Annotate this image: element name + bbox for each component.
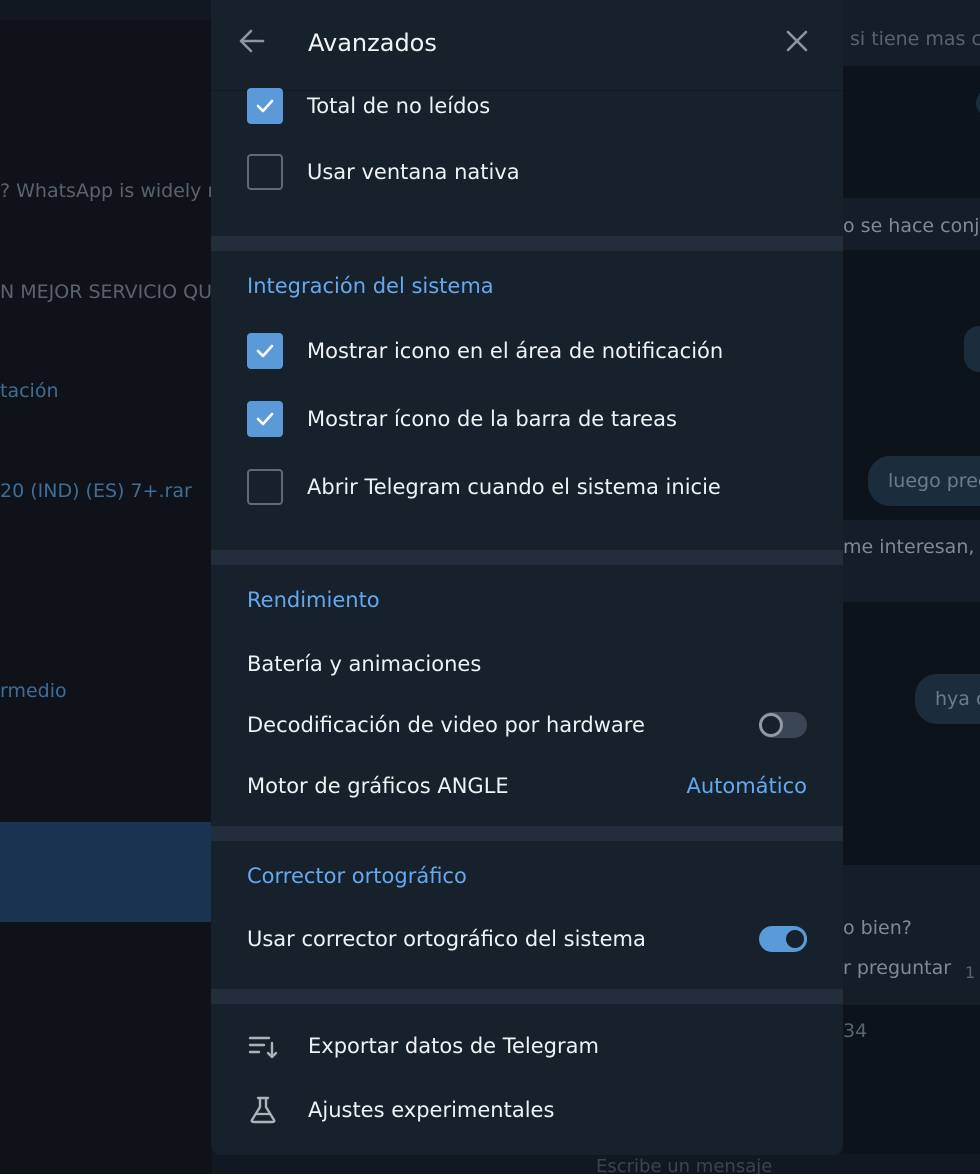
arrow-left-icon <box>237 26 267 60</box>
system-spellcheck-toggle[interactable] <box>759 926 807 952</box>
angle-engine-value[interactable]: Automático <box>686 774 807 798</box>
selected-chat-row <box>0 822 212 922</box>
message-bubble: luego preg <box>868 456 980 506</box>
checkbox-label: Usar ventana nativa <box>307 160 520 184</box>
message-input-placeholder: Escribe un mensaje <box>596 1156 773 1174</box>
message-bubble-text: luego preg <box>888 470 980 492</box>
section-title-performance: Rendimiento <box>247 588 380 612</box>
dialog-header: Avanzados <box>211 0 843 91</box>
checkbox-taskbar-icon[interactable]: Mostrar ícono de la barra de tareas <box>247 401 677 437</box>
row-label: Usar corrector ortográfico del sistema <box>247 927 646 951</box>
message-band <box>843 520 980 602</box>
message-text: o bien? <box>843 917 912 939</box>
export-data-button[interactable]: Exportar datos de Telegram <box>247 1026 599 1066</box>
hw-decoding-row[interactable]: Decodificación de video por hardware <box>247 705 807 745</box>
checkbox-tray-icon[interactable]: Mostrar icono en el área de notificación <box>247 333 723 369</box>
dialog-title: Avanzados <box>308 29 437 57</box>
section-title-integration: Integración del sistema <box>247 274 494 298</box>
checkbox-unchecked[interactable] <box>247 469 283 505</box>
checkbox-checked[interactable] <box>247 88 283 124</box>
checkbox-checked[interactable] <box>247 333 283 369</box>
checkbox-checked[interactable] <box>247 401 283 437</box>
checkbox-native-window[interactable]: Usar ventana nativa <box>247 154 520 190</box>
section-divider <box>211 236 843 251</box>
checkbox-unchecked[interactable] <box>247 154 283 190</box>
message-text: o se hace conju <box>843 215 980 237</box>
checkbox-total-unread[interactable]: Total de no leídos <box>247 88 490 124</box>
section-title-spellcheck: Corrector ortográfico <box>247 864 467 888</box>
advanced-settings-dialog: Avanzados Total de no leídos Usar ventan… <box>211 0 843 1155</box>
action-label: Ajustes experimentales <box>308 1098 555 1122</box>
message-text: 34 <box>843 1020 868 1042</box>
chat-preview-text: N MEJOR SERVICIO QU <box>0 281 213 303</box>
checkbox-label: Total de no leídos <box>307 94 491 118</box>
toggle-knob <box>759 713 783 737</box>
section-divider <box>211 989 843 1004</box>
section-divider <box>211 550 843 565</box>
message-text: me interesan, e <box>843 536 980 558</box>
row-label: Decodificación de video por hardware <box>247 713 645 737</box>
checkbox-launch-at-startup[interactable]: Abrir Telegram cuando el sistema inicie <box>247 469 721 505</box>
experimental-settings-button[interactable]: Ajustes experimentales <box>247 1090 554 1130</box>
checkbox-label: Mostrar ícono de la barra de tareas <box>307 407 677 431</box>
chat-list-top-strip <box>0 0 212 20</box>
close-button[interactable] <box>780 26 814 60</box>
row-label: Motor de gráficos ANGLE <box>247 774 509 798</box>
toggle-knob <box>783 927 807 951</box>
hw-decoding-toggle[interactable] <box>759 712 807 738</box>
chat-preview-text: ? WhatsApp is widely r <box>0 180 216 202</box>
message-bubble: hya c <box>915 674 980 724</box>
export-list-icon <box>247 1030 279 1062</box>
chat-list-background <box>0 0 212 1174</box>
battery-animations-row[interactable]: Batería y animaciones <box>247 644 807 684</box>
message-time: 1 <box>965 963 976 982</box>
row-label: Batería y animaciones <box>247 652 482 676</box>
back-button[interactable] <box>235 26 269 60</box>
message-bubble-text: hya c <box>935 688 980 710</box>
chat-preview-text: tación <box>0 380 59 402</box>
action-label: Exportar datos de Telegram <box>308 1034 599 1058</box>
system-spellcheck-row[interactable]: Usar corrector ortográfico del sistema <box>247 919 807 959</box>
message-text: r preguntar <box>843 957 952 979</box>
checkbox-label: Abrir Telegram cuando el sistema inicie <box>307 475 721 499</box>
message-text: si tiene mas c <box>850 28 980 50</box>
close-icon <box>784 28 810 58</box>
message-bubble <box>964 326 980 372</box>
angle-engine-row[interactable]: Motor de gráficos ANGLE Automático <box>247 766 807 806</box>
chat-preview-text: rmedio <box>0 680 67 702</box>
checkbox-label: Mostrar icono en el área de notificación <box>307 339 724 363</box>
section-divider <box>211 826 843 841</box>
flask-icon <box>247 1094 279 1126</box>
chat-preview-text: 20 (IND) (ES) 7+.rar <box>0 480 192 502</box>
